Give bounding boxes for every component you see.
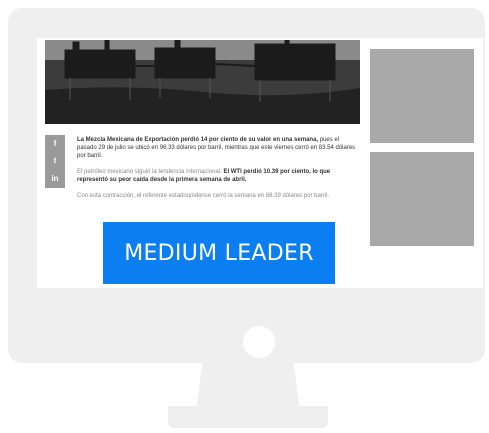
ad-placeholder-bottom xyxy=(370,152,474,246)
article-paragraph-3: Con esta contracción, el referente estad… xyxy=(77,193,330,199)
twitter-icon[interactable]: t xyxy=(54,157,57,165)
facebook-icon[interactable]: f xyxy=(54,139,57,148)
monitor-stand-neck xyxy=(196,363,300,411)
medium-leader-ad[interactable]: MEDIUM LEADER xyxy=(103,222,335,284)
monitor-stand-base xyxy=(168,406,328,428)
linkedin-icon[interactable]: in xyxy=(51,175,58,183)
article-body: La Mezcla Mexicana de Exportación perdió… xyxy=(77,136,360,208)
article-fade xyxy=(37,200,362,210)
oil-platform-image xyxy=(45,40,360,124)
article-p1-bold: La Mezcla Mexicana de Exportación perdió… xyxy=(77,137,319,143)
article-paragraph-2: El petróleo mexicano siguió la tendencia… xyxy=(77,168,360,184)
monitor-power-button xyxy=(243,326,275,358)
article-hero-image xyxy=(45,40,360,124)
social-share-bar: f t in xyxy=(45,135,65,188)
ad-placeholder-top xyxy=(370,49,474,143)
article-paragraph-1: La Mezcla Mexicana de Exportación perdió… xyxy=(77,136,360,160)
article-p2-plain: El petróleo mexicano siguió la tendencia… xyxy=(77,169,224,175)
